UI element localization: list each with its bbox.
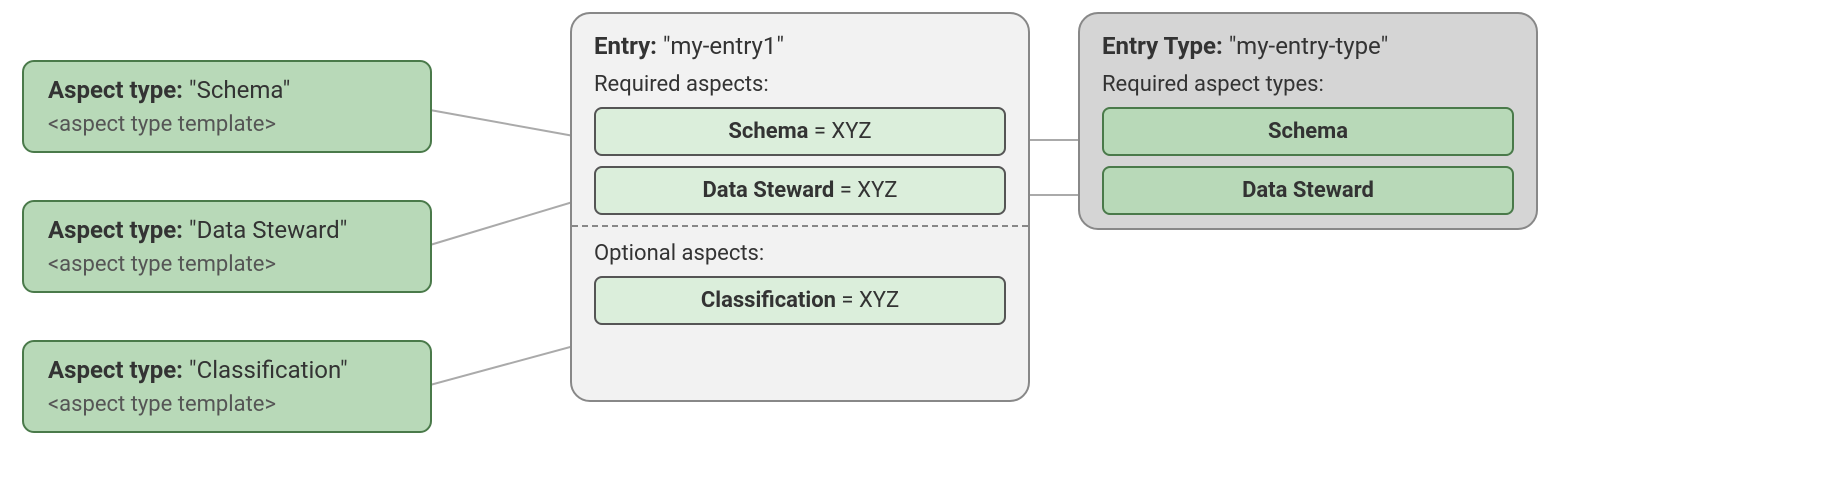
- required-aspect-types-label: Required aspect types:: [1102, 72, 1514, 97]
- entry-type-aspect-schema: Schema: [1102, 107, 1514, 156]
- entry-aspect-data-steward: Data Steward = XYZ: [594, 166, 1006, 215]
- aspects-divider: [572, 225, 1028, 227]
- aspect-type-template: <aspect type template>: [48, 392, 406, 417]
- entry-title: Entry: "my-entry1": [594, 32, 1006, 60]
- aspect-type-box-classification: Aspect type: "Classification" <aspect ty…: [22, 340, 432, 433]
- entry-type-aspect-data-steward: Data Steward: [1102, 166, 1514, 215]
- entry-aspect-schema: Schema = XYZ: [594, 107, 1006, 156]
- aspect-type-template: <aspect type template>: [48, 252, 406, 277]
- aspect-type-label: Aspect type: "Classification": [48, 356, 406, 384]
- aspect-type-box-data-steward: Aspect type: "Data Steward" <aspect type…: [22, 200, 432, 293]
- entry-type-title: Entry Type: "my-entry-type": [1102, 32, 1514, 60]
- aspect-type-template: <aspect type template>: [48, 112, 406, 137]
- entry-box: Entry: "my-entry1" Required aspects: Sch…: [570, 12, 1030, 402]
- entry-type-box: Entry Type: "my-entry-type" Required asp…: [1078, 12, 1538, 230]
- entry-aspect-classification: Classification = XYZ: [594, 276, 1006, 325]
- aspect-type-box-schema: Aspect type: "Schema" <aspect type templ…: [22, 60, 432, 153]
- required-aspects-label: Required aspects:: [594, 72, 1006, 97]
- aspect-type-label: Aspect type: "Schema": [48, 76, 406, 104]
- optional-aspects-label: Optional aspects:: [594, 241, 1006, 266]
- aspect-type-label: Aspect type: "Data Steward": [48, 216, 406, 244]
